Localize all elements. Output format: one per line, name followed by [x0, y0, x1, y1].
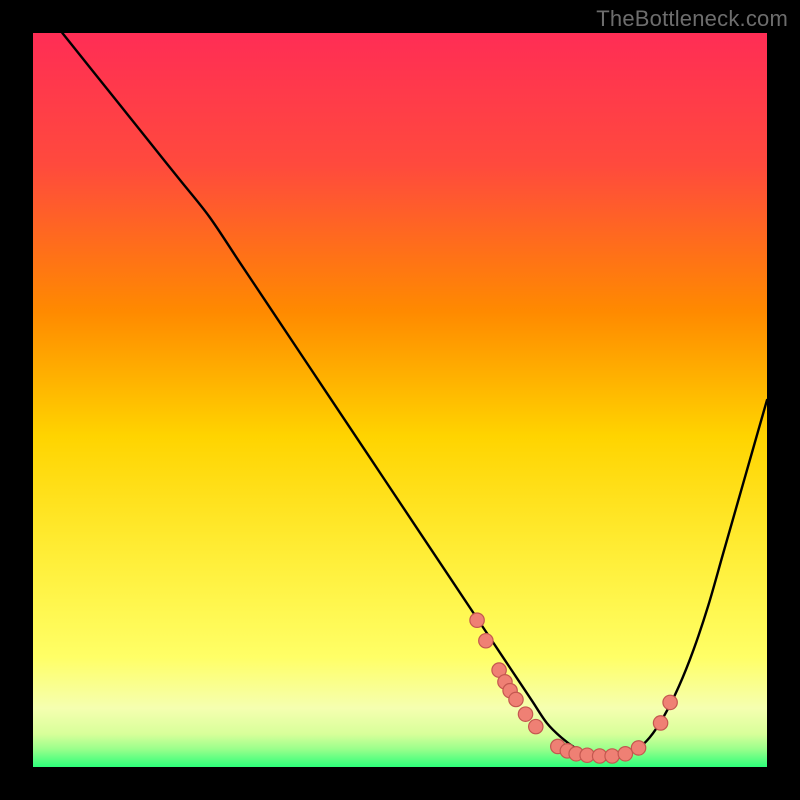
- sample-marker: [529, 719, 543, 733]
- sample-marker: [631, 741, 645, 755]
- watermark-text: TheBottleneck.com: [596, 6, 788, 32]
- sample-marker: [509, 692, 523, 706]
- sample-marker: [479, 634, 493, 648]
- chart-svg: [33, 33, 767, 767]
- sample-marker: [653, 716, 667, 730]
- sample-marker: [518, 707, 532, 721]
- sample-marker: [470, 613, 484, 627]
- sample-marker: [618, 747, 632, 761]
- chart-frame: TheBottleneck.com: [0, 0, 800, 800]
- sample-marker: [663, 695, 677, 709]
- sample-marker: [605, 749, 619, 763]
- plot-area: [33, 33, 767, 767]
